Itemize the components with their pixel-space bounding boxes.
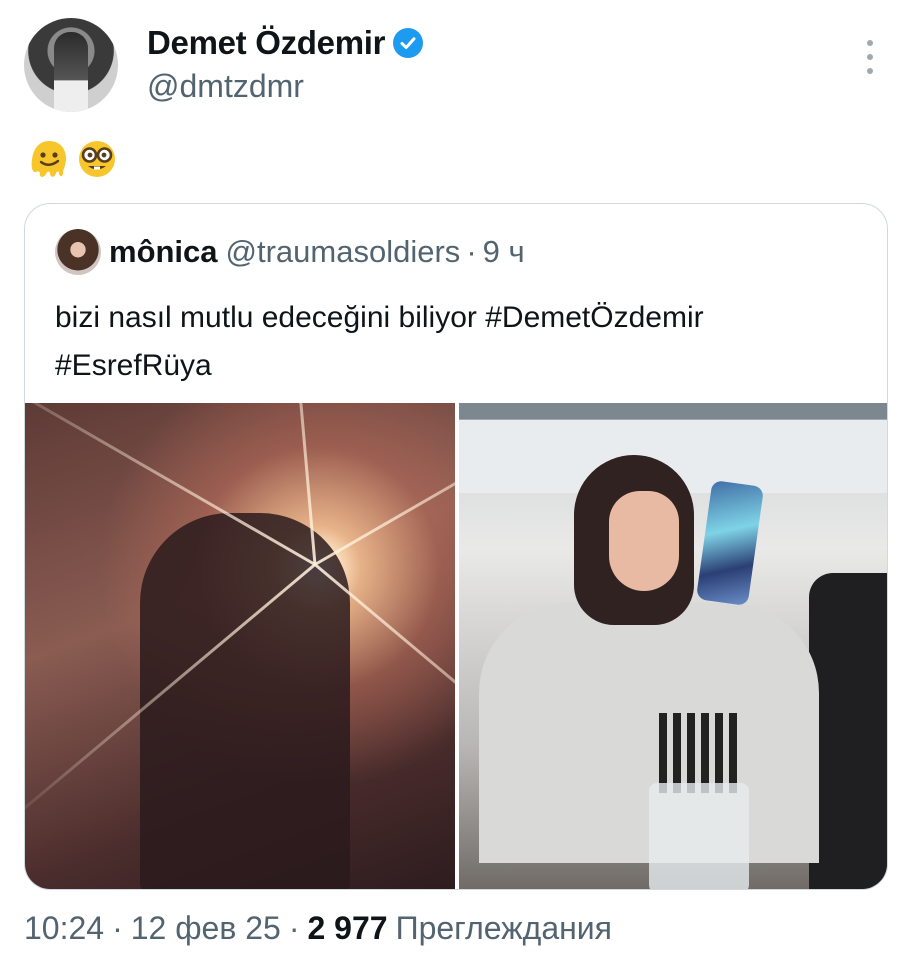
author-name[interactable]: Demet Özdemir — [147, 24, 385, 62]
separator-dot: · — [112, 910, 123, 946]
light-ray — [314, 403, 455, 566]
author-name-row[interactable]: Demet Özdemir — [147, 24, 424, 62]
melting-face-icon — [31, 141, 66, 177]
jar-shape — [649, 783, 749, 889]
tweet-time[interactable]: 10:24 — [24, 910, 104, 947]
verified-badge-icon — [393, 28, 424, 58]
author-avatar[interactable] — [24, 18, 118, 112]
tweet-text — [28, 138, 118, 180]
hashtag-link[interactable]: #DemetÖzdemir — [485, 301, 703, 334]
more-options-icon[interactable] — [858, 40, 882, 74]
hashtag-link[interactable]: #EsrefRüya — [55, 349, 212, 382]
bag-shape — [809, 573, 887, 889]
quoted-media-image-2[interactable] — [459, 403, 887, 889]
separator-dot: · — [288, 910, 300, 946]
separator-dot: · — [466, 234, 477, 269]
quoted-tweet-time: 9 ч — [482, 234, 525, 269]
quoted-author-name[interactable]: mônica — [109, 234, 218, 270]
views-count: 2 977 — [307, 910, 388, 946]
quoted-author-handle[interactable]: @traumasoldiers — [226, 234, 461, 270]
quoted-tweet-text: bizi nasıl mutlu edeceğini biliyor #Deme… — [55, 294, 875, 390]
phone-shape — [695, 479, 765, 607]
quoted-text-plain: bizi nasıl mutlu edeceğini biliyor — [55, 301, 486, 334]
face-shape — [609, 491, 679, 591]
views-label: Преглеждания — [395, 910, 612, 946]
nerd-face-icon — [79, 141, 115, 177]
brushes-shape — [659, 713, 739, 793]
author-handle[interactable]: @dmtzdmr — [147, 68, 304, 105]
quoted-author-avatar[interactable] — [55, 229, 101, 275]
avatar-photo — [54, 32, 88, 112]
tweet-meta: 10:24 · 12 фев 25 · 2 977 Преглеждания — [24, 910, 612, 947]
quoted-tweet-card[interactable]: mônica @traumasoldiers · 9 ч bizi nasıl … — [24, 203, 888, 890]
quoted-tweet-header: mônica @traumasoldiers · 9 ч — [109, 234, 525, 270]
tweet-date[interactable]: 12 фев 25 — [131, 910, 281, 947]
quoted-media-image-1[interactable] — [25, 403, 455, 889]
